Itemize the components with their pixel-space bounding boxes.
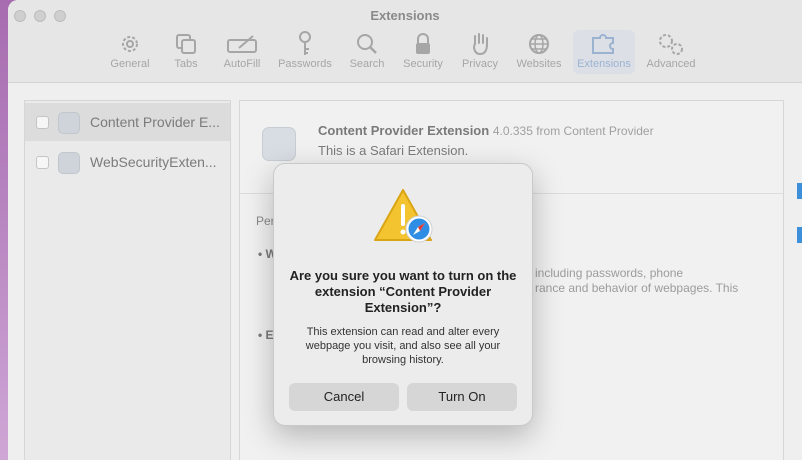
tab-label: Privacy — [461, 58, 499, 70]
background-window-edge — [797, 227, 802, 243]
tab-label: Advanced — [646, 58, 696, 70]
search-icon — [336, 30, 398, 58]
gears-icon — [640, 30, 702, 58]
extension-name: Content Provider E... — [90, 114, 220, 130]
tab-label: AutoFill — [223, 58, 261, 70]
tab-advanced[interactable]: Advanced — [640, 30, 702, 74]
extension-title-name: Content Provider Extension — [318, 123, 490, 138]
background-window-edge — [797, 183, 802, 199]
tab-passwords[interactable]: Passwords — [274, 30, 336, 74]
warning-safari-icon — [373, 188, 437, 246]
tab-search[interactable]: Search — [336, 30, 398, 74]
tab-extensions[interactable]: Extensions — [573, 30, 635, 74]
gear-icon — [99, 30, 161, 58]
titlebar: Extensions General Tabs AutoFill Passwor… — [8, 0, 802, 83]
tab-label: Tabs — [174, 58, 198, 70]
hand-icon — [449, 30, 511, 58]
tab-label: Extensions — [577, 58, 631, 70]
sidebar-item-content-provider[interactable]: Content Provider E... — [25, 103, 230, 141]
dialog-message: This extension can read and alter every … — [305, 326, 501, 366]
globe-icon — [508, 30, 570, 58]
tab-general[interactable]: General — [99, 30, 161, 74]
tab-label: Security — [403, 58, 443, 70]
window-title: Extensions — [370, 8, 440, 23]
tab-label: Passwords — [278, 58, 332, 70]
tab-label: Search — [349, 58, 385, 70]
permission-bullet: • E — [258, 328, 274, 342]
permission-text: including passwords, phone — [535, 266, 684, 280]
key-icon — [274, 30, 336, 58]
tab-privacy[interactable]: Privacy — [449, 30, 511, 74]
extension-large-icon — [262, 127, 296, 161]
tabs-icon — [155, 30, 217, 58]
extension-title: Content Provider Extension 4.0.335 from … — [318, 123, 654, 138]
permission-text: rance and behavior of webpages. This — [535, 281, 739, 295]
extension-version: 4.0.335 from Content Provider — [492, 124, 654, 138]
lock-icon — [392, 30, 454, 58]
cancel-button[interactable]: Cancel — [289, 383, 399, 411]
extension-icon — [58, 152, 80, 174]
extension-icon — [58, 112, 80, 134]
extension-name: WebSecurityExten... — [90, 154, 217, 170]
confirm-dialog: Are you sure you want to turn on the ext… — [273, 163, 533, 426]
tab-tabs[interactable]: Tabs — [155, 30, 217, 74]
permissions-heading: Per — [256, 214, 275, 228]
tab-label: General — [110, 58, 150, 70]
tab-label: Websites — [516, 58, 562, 70]
dialog-title: Are you sure you want to turn on the ext… — [289, 268, 517, 315]
extensions-sidebar: Content Provider E... WebSecurityExten..… — [24, 100, 231, 460]
turn-on-button[interactable]: Turn On — [407, 383, 517, 411]
tab-autofill[interactable]: AutoFill — [211, 30, 273, 74]
extension-description: This is a Safari Extension. — [318, 143, 469, 158]
tab-websites[interactable]: Websites — [508, 30, 570, 74]
enable-checkbox[interactable] — [36, 156, 49, 169]
autofill-icon — [211, 30, 273, 58]
tab-security[interactable]: Security — [392, 30, 454, 74]
sidebar-item-websecurity[interactable]: WebSecurityExten... — [25, 143, 230, 181]
enable-checkbox[interactable] — [36, 116, 49, 129]
puzzle-icon — [573, 30, 635, 58]
